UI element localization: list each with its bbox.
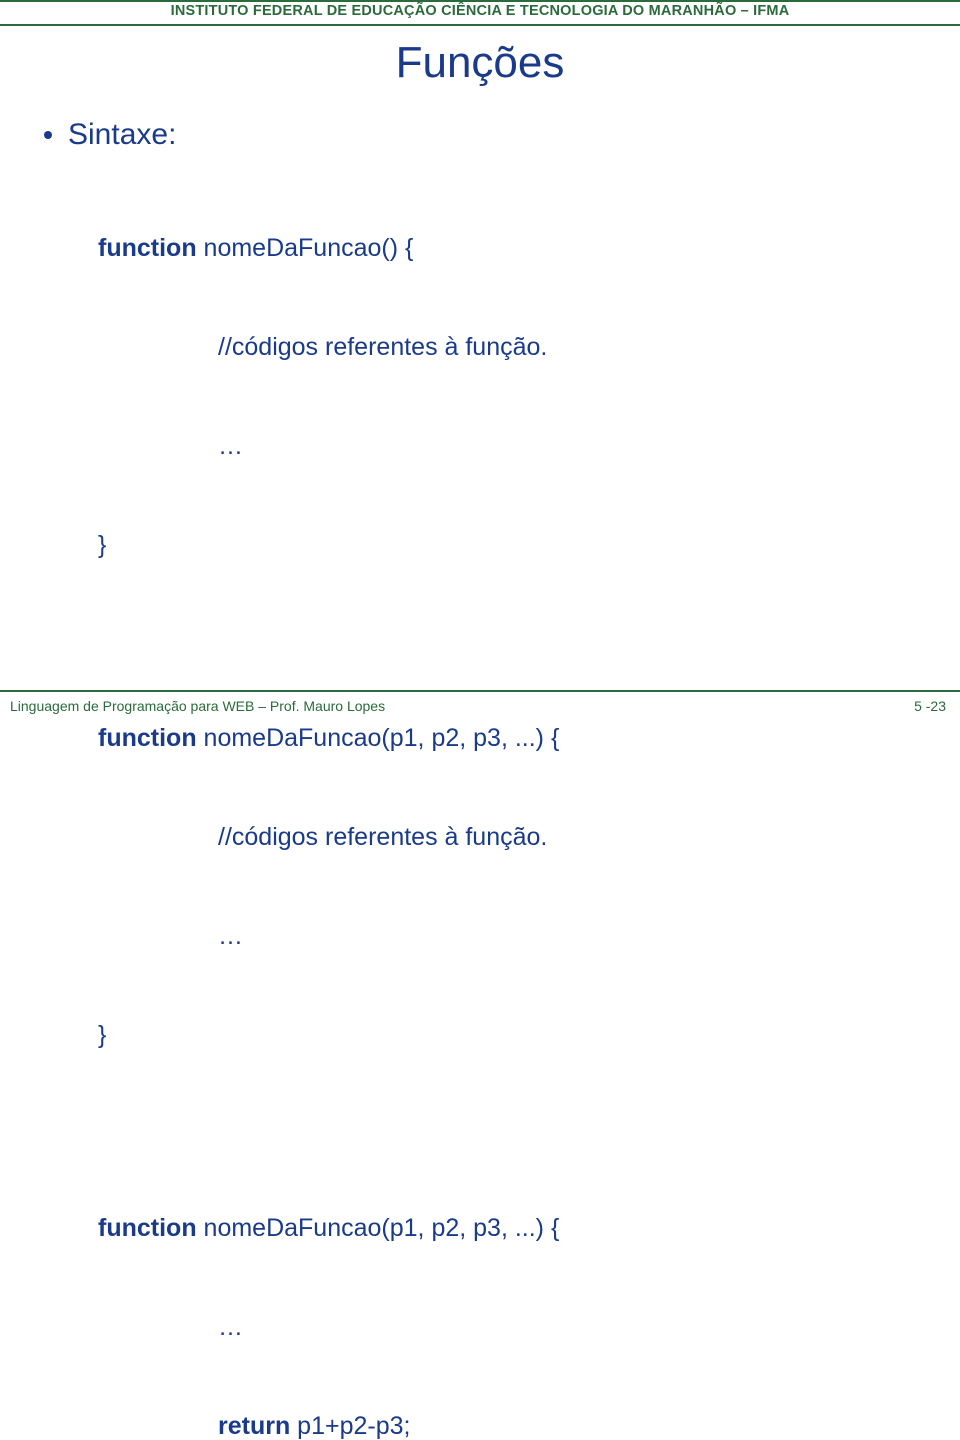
- code-area: function nomeDaFuncao() { //códigos refe…: [98, 166, 900, 1440]
- code-text: p1+p2-p3;: [290, 1412, 410, 1440]
- header-bar: INSTITUTO FEDERAL DE EDUCAÇÃO CIÊNCIA E …: [0, 0, 960, 28]
- code-comment: //códigos referentes à função.: [218, 823, 547, 851]
- code-ellipsis: …: [218, 1313, 243, 1341]
- code-line: }: [98, 1019, 900, 1052]
- code-text: nomeDaFuncao() {: [197, 234, 414, 262]
- keyword-function: function: [98, 234, 197, 262]
- code-line: }: [98, 529, 900, 562]
- code-line: function nomeDaFuncao(p1, p2, p3, ...) {: [98, 1212, 900, 1245]
- code-ellipsis: …: [218, 922, 243, 950]
- code-text: nomeDaFuncao(p1, p2, p3, ...) {: [197, 1214, 560, 1242]
- code-line: function nomeDaFuncao(p1, p2, p3, ...) {: [98, 722, 900, 755]
- footer: Linguagem de Programação para WEB – Prof…: [0, 690, 960, 720]
- header-rule-bottom: [0, 24, 960, 26]
- header-rule-top: [0, 0, 960, 2]
- keyword-return: return: [218, 1412, 290, 1440]
- code-comment: //códigos referentes à função.: [218, 333, 547, 361]
- code-line: function nomeDaFuncao() {: [98, 232, 900, 265]
- header-institution: INSTITUTO FEDERAL DE EDUCAÇÃO CIÊNCIA E …: [0, 3, 960, 19]
- code-line: return p1+p2-p3;: [98, 1410, 900, 1440]
- code-block-3: function nomeDaFuncao(p1, p2, p3, ...) {…: [98, 1146, 900, 1440]
- bullet-row: Sintaxe:: [44, 118, 176, 152]
- keyword-function: function: [98, 724, 197, 752]
- code-line: …: [98, 1311, 900, 1344]
- code-brace: }: [98, 531, 106, 559]
- code-block-2: function nomeDaFuncao(p1, p2, p3, ...) {…: [98, 656, 900, 1118]
- bullet-text: Sintaxe:: [68, 118, 176, 152]
- code-line: //códigos referentes à função.: [98, 331, 900, 364]
- keyword-function: function: [98, 1214, 197, 1242]
- code-line: //códigos referentes à função.: [98, 821, 900, 854]
- code-line: …: [98, 920, 900, 953]
- footer-left-text: Linguagem de Programação para WEB – Prof…: [10, 698, 385, 714]
- slide-title: Funções: [0, 38, 960, 88]
- footer-page-number: 5 -23: [914, 698, 946, 714]
- code-ellipsis: …: [218, 432, 243, 460]
- bullet-dot-icon: [44, 131, 52, 139]
- code-block-1: function nomeDaFuncao() { //códigos refe…: [98, 166, 900, 628]
- code-text: nomeDaFuncao(p1, p2, p3, ...) {: [197, 724, 560, 752]
- code-brace: }: [98, 1021, 106, 1049]
- code-line: …: [98, 430, 900, 463]
- footer-rule: [0, 690, 960, 692]
